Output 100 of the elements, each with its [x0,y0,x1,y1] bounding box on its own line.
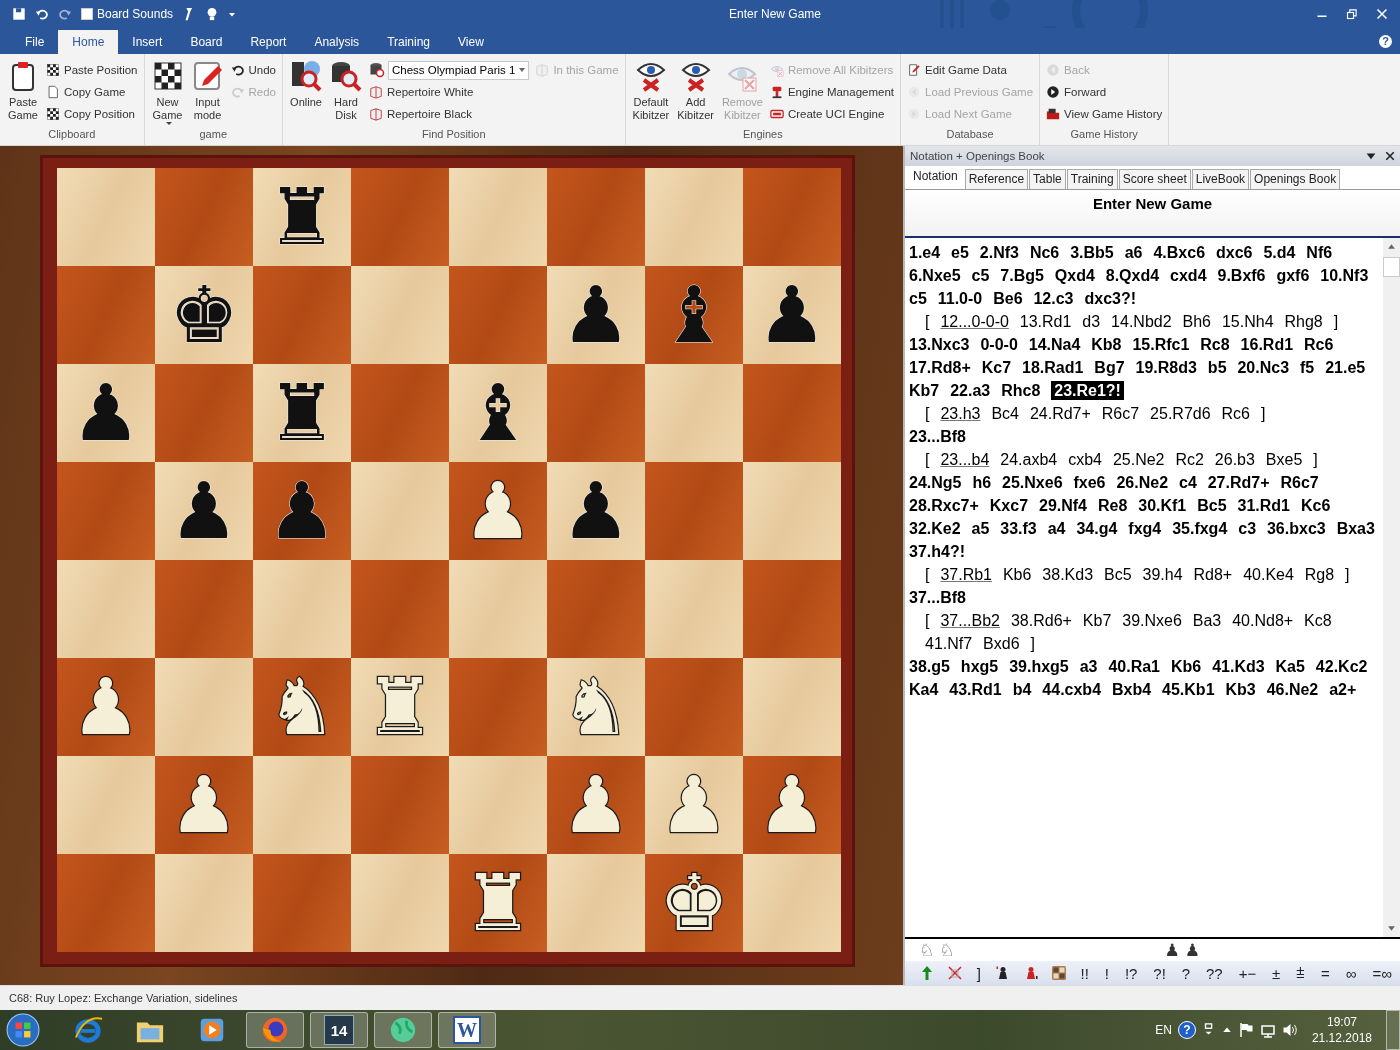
board-square[interactable] [449,560,547,658]
menu-tab[interactable]: Analysis [300,30,374,54]
chess-piece[interactable]: ♟ [169,467,239,555]
show-desktop-button[interactable] [1386,1010,1400,1050]
chess-piece[interactable]: ♟ [169,761,239,849]
panel-tab[interactable]: Score sheet [1118,169,1191,189]
dropdown-caret-icon[interactable] [1366,151,1376,161]
board-square[interactable]: ♟ [547,756,645,854]
board-square[interactable]: ♟ [155,462,253,560]
board-square[interactable] [155,560,253,658]
annotation-button[interactable]: ! [1102,964,1112,982]
move-link[interactable]: 23.h3 [940,405,981,422]
board-square[interactable]: ♟ [547,462,645,560]
board-square[interactable]: ♝ [645,266,743,364]
annotation-button[interactable]: +− [1236,964,1259,982]
panel-tab[interactable]: Training [1066,169,1118,189]
board-square[interactable] [547,854,645,952]
chess-piece[interactable]: ♟ [561,271,631,359]
board-square[interactable] [351,756,449,854]
restore-icon[interactable] [1346,8,1358,20]
board-square[interactable] [449,168,547,266]
ribbon-button[interactable]: View Game History [1046,104,1163,124]
ribbon-button[interactable]: Forward [1046,82,1163,102]
board-square[interactable] [449,266,547,364]
chess-piece[interactable]: ♟ [561,761,631,849]
scrollbar[interactable] [1383,238,1400,937]
board-square[interactable] [547,560,645,658]
taskbar-button[interactable]: W [438,1012,496,1048]
board-square[interactable] [155,658,253,756]
menu-tab[interactable]: File [11,30,59,54]
menu-tab[interactable]: View [444,30,498,54]
chess-piece[interactable]: ♟ [267,467,337,555]
chess-piece[interactable]: ♟ [71,663,141,751]
board-square[interactable] [351,266,449,364]
board-square[interactable]: ♟ [547,266,645,364]
board-square[interactable] [743,560,841,658]
ribbon-button[interactable]: Input mode [190,58,225,128]
chess-piece[interactable]: ♟ [71,369,141,457]
move-link[interactable]: 12...0-0-0 [940,313,1009,330]
board-square[interactable] [253,854,351,952]
board-square[interactable] [449,658,547,756]
board-square[interactable] [155,854,253,952]
save-icon[interactable] [12,7,26,21]
scrollbar-thumb[interactable] [1383,257,1400,277]
chessboard-icon[interactable] [1050,965,1067,981]
board-square[interactable] [351,854,449,952]
board-square[interactable]: ♚ [155,266,253,364]
help-button[interactable]: ? [1379,35,1392,48]
pawn-icon[interactable]: ♟ [1184,941,1200,959]
scroll-down-icon[interactable] [1387,924,1396,933]
chess-piece[interactable]: ♟ [757,271,827,359]
board-square[interactable]: ♚ [645,854,743,952]
language-indicator[interactable]: EN [1155,1023,1172,1037]
board-square[interactable] [645,462,743,560]
board-square[interactable]: ♟ [155,756,253,854]
board-square[interactable] [449,756,547,854]
board-square[interactable] [645,364,743,462]
chess-piece[interactable]: ♝ [463,369,533,457]
move-link[interactable]: 23...b4 [940,451,990,468]
board-square[interactable] [645,168,743,266]
board-square[interactable]: ♝ [449,364,547,462]
current-move[interactable]: 23.Re1?! [1051,381,1124,400]
board-square[interactable] [743,364,841,462]
board-square[interactable]: ♟ [57,364,155,462]
board-square[interactable] [57,756,155,854]
board-square[interactable] [253,266,351,364]
board-square[interactable] [57,266,155,364]
ribbon-button[interactable]: Copy Game [46,82,138,102]
board-square[interactable] [57,854,155,952]
knight-icon[interactable]: ♘ [939,941,955,959]
board-square[interactable] [57,560,155,658]
start-orb-icon[interactable] [6,1013,40,1047]
board-square[interactable] [253,560,351,658]
database-dropdown[interactable]: Chess Olympiad Paris 1 [388,60,530,80]
ribbon-button[interactable]: Repertoire White [369,82,530,102]
clock-date[interactable]: 21.12.2018 [1311,1030,1372,1046]
close-icon[interactable] [1385,151,1395,161]
annotation-button[interactable]: ] [974,964,983,982]
annotation-button[interactable]: = [1319,964,1332,982]
board-square[interactable] [743,168,841,266]
annotation-button[interactable]: !! [1078,964,1091,982]
board-square[interactable] [351,560,449,658]
board-square[interactable]: ♟ [743,756,841,854]
board-square[interactable] [547,364,645,462]
board-square[interactable] [253,756,351,854]
annotation-button[interactable]: ? [1179,964,1193,982]
show-hidden-icon[interactable] [1221,1025,1232,1035]
chess-piece[interactable]: ♜ [267,369,337,457]
board-square[interactable]: ♜ [253,364,351,462]
board-square[interactable] [57,168,155,266]
board-square[interactable] [743,854,841,952]
board-sounds-checkbox[interactable]: Board Sounds [81,7,174,21]
clock-time[interactable]: 19:07 [1326,1014,1357,1030]
board-square[interactable]: ♟ [449,462,547,560]
annotation-button[interactable]: !? [1122,964,1140,982]
chess-piece[interactable]: ♜ [463,859,533,947]
speaker-icon[interactable] [1281,1022,1298,1038]
menu-tab[interactable]: Home [58,30,119,54]
flag-icon[interactable] [1237,1022,1254,1038]
chess-piece[interactable]: ♚ [659,859,729,947]
